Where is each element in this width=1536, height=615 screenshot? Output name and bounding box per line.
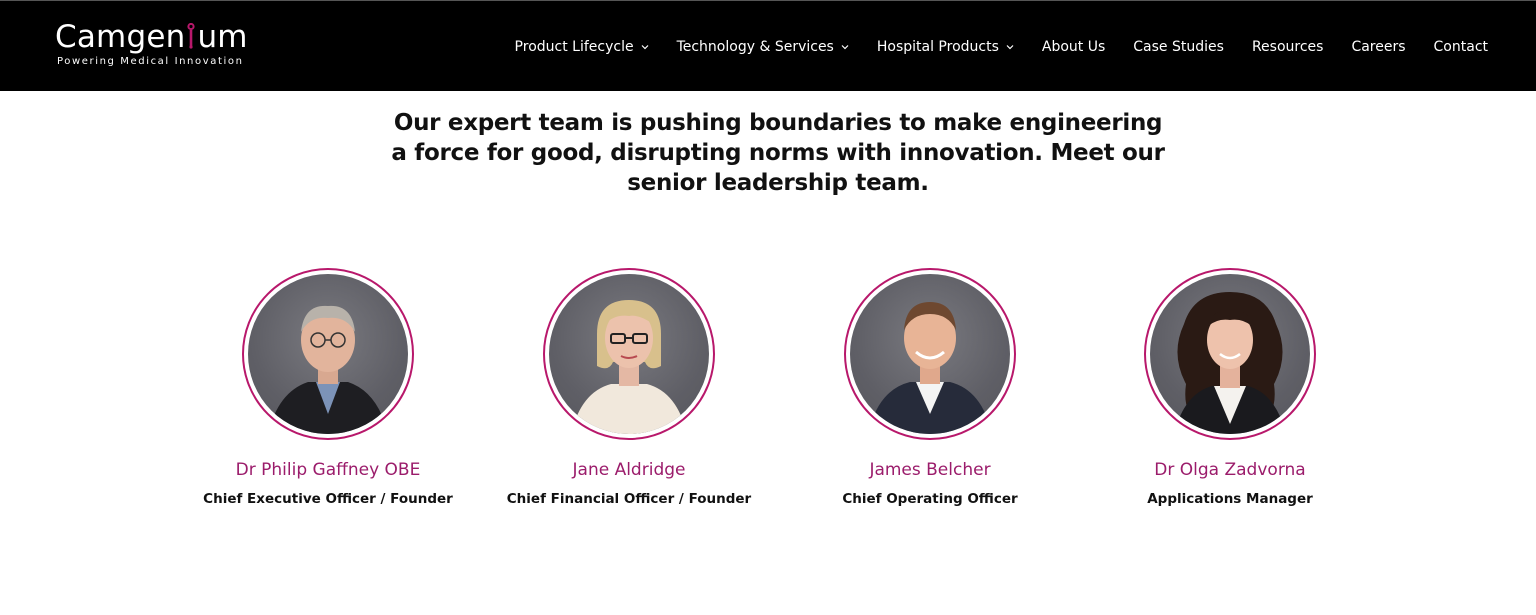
intro-line: senior leadership team. (627, 170, 929, 196)
member-name[interactable]: James Belcher (780, 460, 1080, 480)
logo-accent-icon (185, 21, 197, 49)
nav-item-label: Hospital Products (876, 38, 999, 55)
avatar (1150, 274, 1310, 434)
avatar-ring (543, 268, 715, 440)
team-member-card[interactable]: Jane Aldridge Chief Financial Officer / … (479, 268, 779, 507)
portrait-image (868, 302, 992, 434)
member-role: Applications Manager (1147, 491, 1313, 507)
intro-heading: Our expert team is pushing boundaries to… (378, 108, 1178, 198)
team-member-card[interactable]: James Belcher Chief Operating Officer (780, 268, 1080, 507)
avatar (549, 274, 709, 434)
chevron-down-icon (841, 44, 849, 49)
nav-item-label: Contact (1433, 38, 1488, 55)
member-role: Chief Executive Officer / Founder (203, 491, 453, 507)
member-name[interactable]: Jane Aldridge (479, 460, 779, 480)
nav-item-careers[interactable]: Careers (1351, 39, 1405, 55)
member-name[interactable]: Dr Philip Gaffney OBE (178, 460, 478, 480)
nav-item-label: Case Studies (1133, 38, 1224, 55)
nav-item-technology-services[interactable]: Technology & Services (677, 39, 849, 55)
team-member-card[interactable]: Dr Philip Gaffney OBE Chief Executive Of… (178, 268, 478, 507)
chevron-down-icon (641, 44, 649, 49)
intro-line: Our expert team is pushing boundaries to… (393, 110, 1163, 136)
intro-line: a force for good, disrupting norms with … (391, 140, 1165, 166)
leadership-team: Dr Philip Gaffney OBE Chief Executive Of… (0, 268, 1536, 528)
chevron-down-icon (1006, 44, 1014, 49)
nav-item-label: Resources (1251, 38, 1324, 55)
nav-item-case-studies[interactable]: Case Studies (1133, 39, 1224, 55)
nav-item-label: About Us (1041, 38, 1106, 55)
nav-item-product-lifecycle[interactable]: Product Lifecycle (515, 39, 649, 55)
avatar-ring (844, 268, 1016, 440)
camgenium-logo[interactable]: Camgen um Powering Medical Innovation (55, 19, 255, 75)
avatar (248, 274, 408, 434)
nav-item-label: Careers (1351, 38, 1406, 55)
member-role: Chief Operating Officer (842, 491, 1018, 507)
site-header: Camgen um Powering Medical Innovation Pro… (0, 0, 1536, 91)
member-name[interactable]: Dr Olga Zadvorna (1080, 460, 1380, 480)
nav-item-label: Product Lifecycle (514, 38, 634, 55)
avatar-ring (242, 268, 414, 440)
portrait-image (571, 300, 687, 434)
portrait-image (1174, 292, 1286, 434)
nav-item-label: Technology & Services (676, 38, 834, 55)
team-member-card[interactable]: Dr Olga Zadvorna Applications Manager (1080, 268, 1380, 507)
main-nav: Product Lifecycle Technology & Services … (515, 1, 1488, 92)
avatar (850, 274, 1010, 434)
logo-wordmark: Camgen um (55, 19, 248, 55)
member-role: Chief Financial Officer / Founder (506, 491, 752, 507)
nav-item-resources[interactable]: Resources (1252, 39, 1324, 55)
nav-item-about-us[interactable]: About Us (1042, 39, 1105, 55)
logo-tagline: Powering Medical Innovation (57, 56, 244, 67)
nav-item-hospital-products[interactable]: Hospital Products (877, 39, 1014, 55)
portrait-image (268, 305, 388, 434)
nav-item-contact[interactable]: Contact (1434, 39, 1488, 55)
avatar-ring (1144, 268, 1316, 440)
